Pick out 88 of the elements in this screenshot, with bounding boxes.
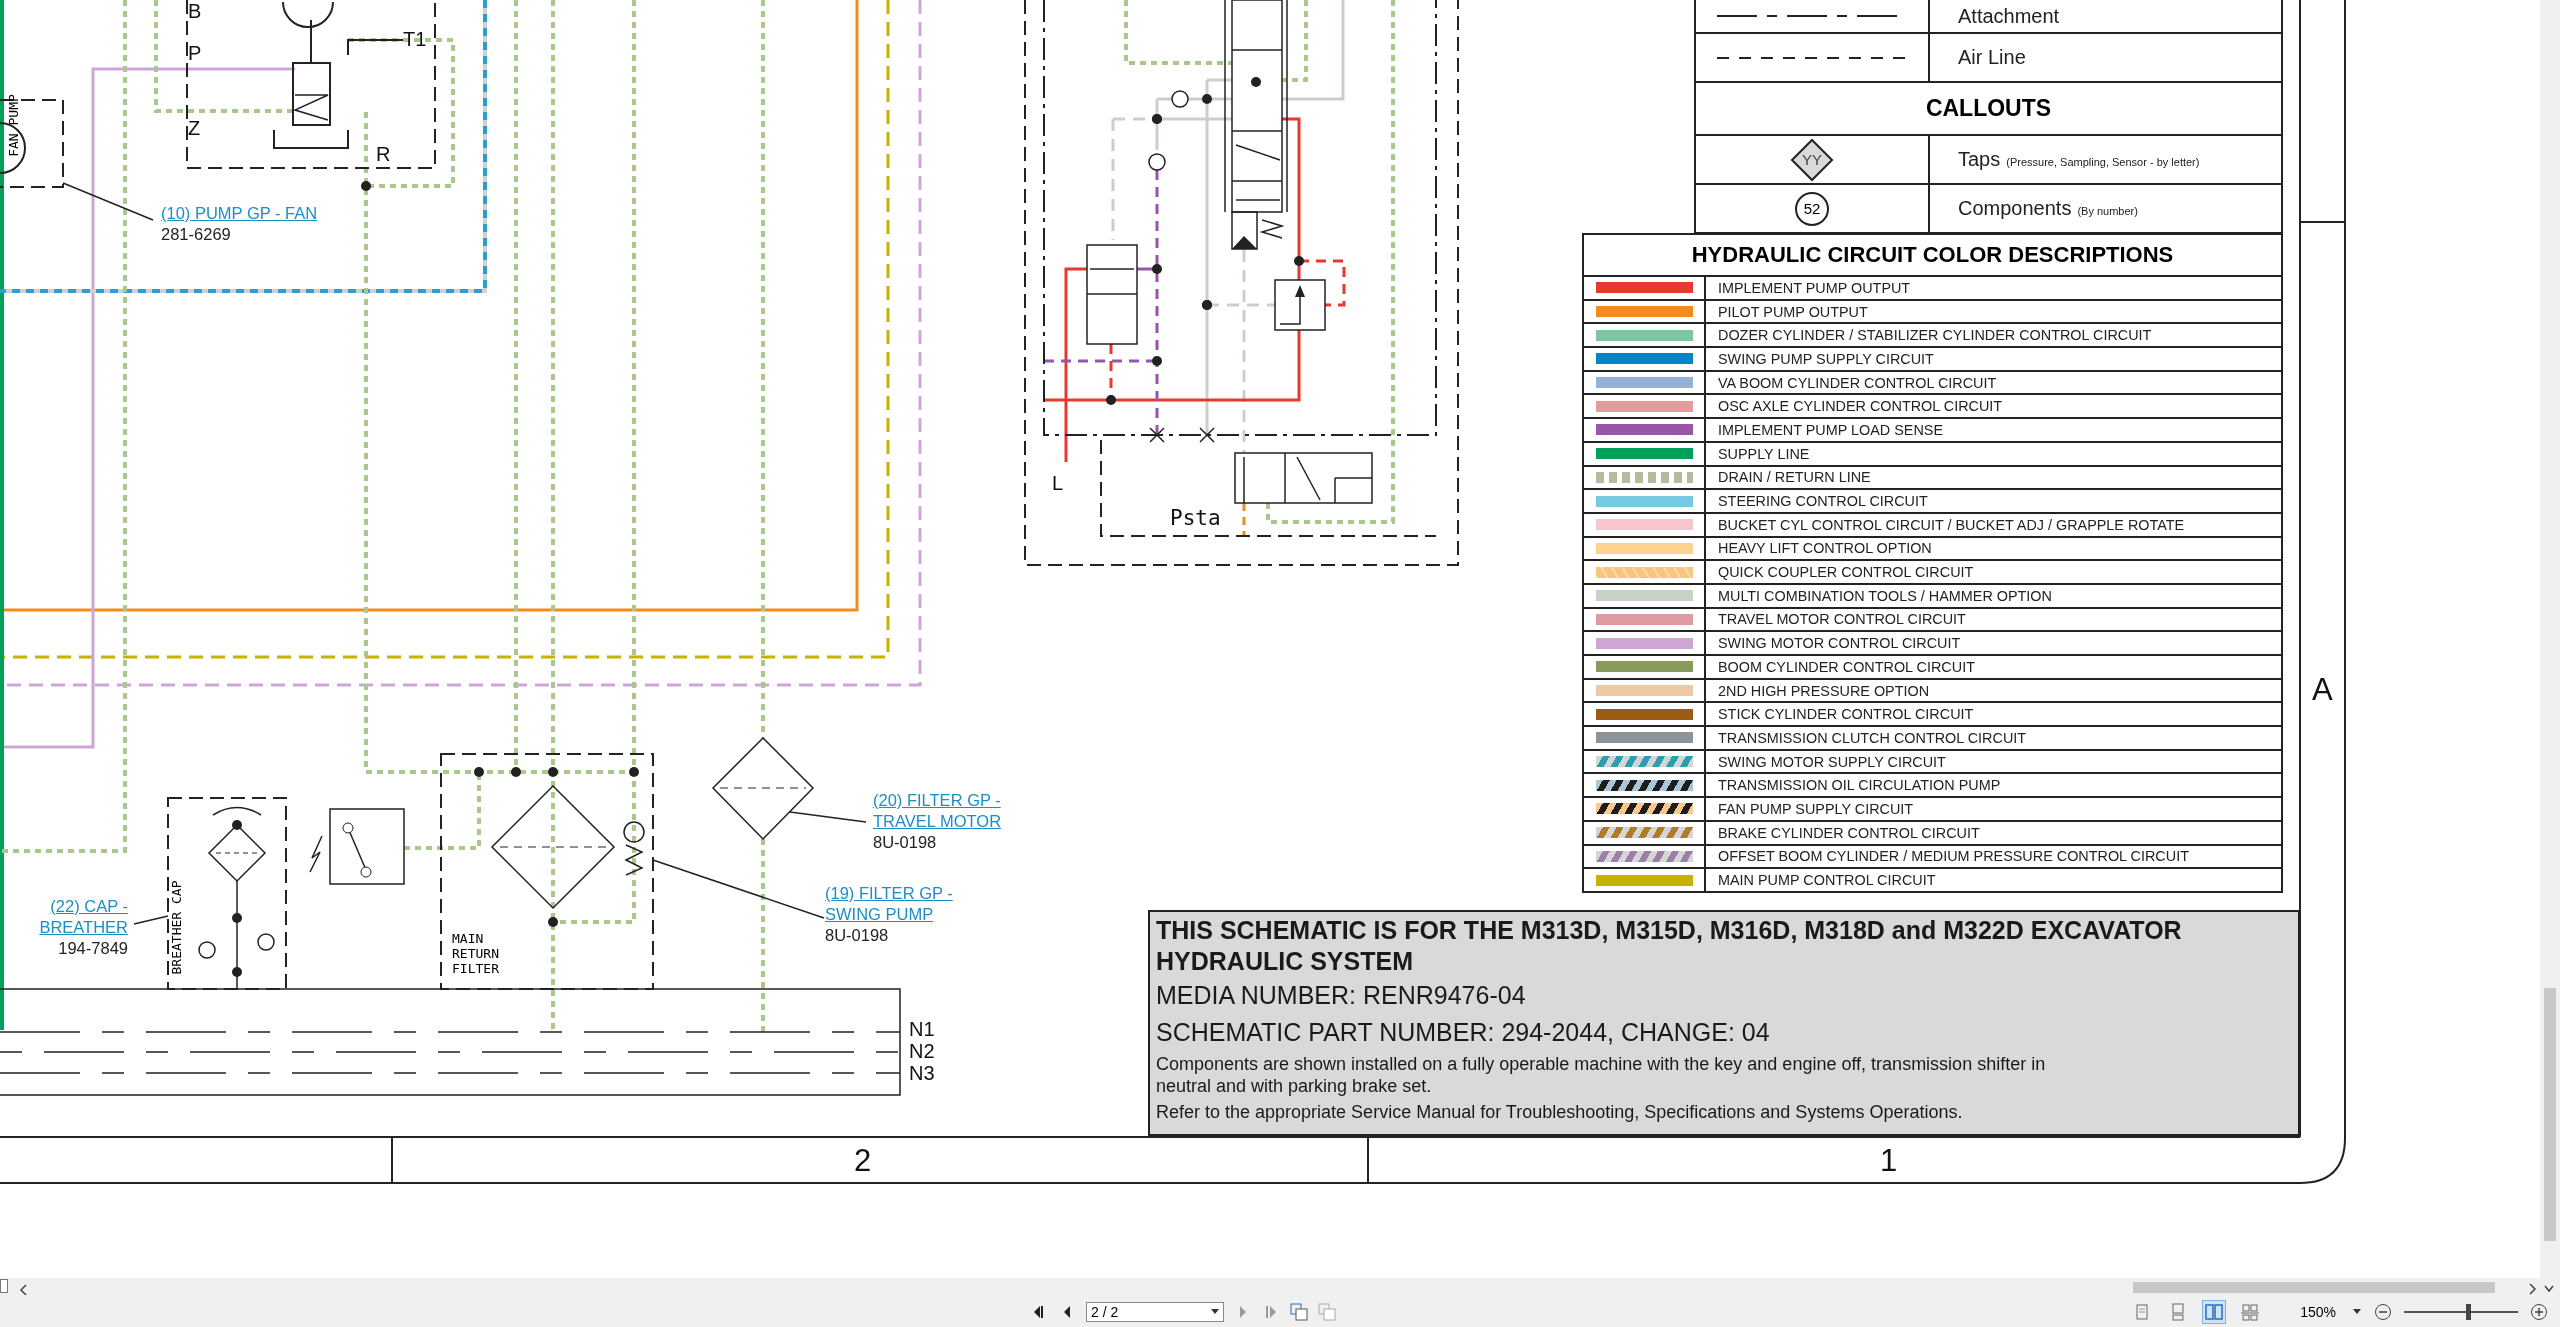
zone-letter: A xyxy=(2312,672,2333,708)
port-label: L xyxy=(1052,472,1064,494)
component-link[interactable]: (19) FILTER GP - xyxy=(825,884,953,902)
legend-label: Taps xyxy=(1958,148,2001,171)
circuit-description: IMPLEMENT PUMP OUTPUT xyxy=(1718,279,1911,296)
circuit-description: QUICK COUPLER CONTROL CIRCUIT xyxy=(1718,564,1974,581)
legend-label: Attachment xyxy=(1958,4,2060,28)
caret-icon xyxy=(1211,1308,1219,1315)
junction-dot xyxy=(361,181,371,191)
circuit-description: OSC AXLE CYLINDER CONTROL CIRCUIT xyxy=(1718,398,2003,415)
part-number: 8U-0198 xyxy=(873,833,937,851)
page-number-field[interactable]: 2 / 2 xyxy=(1086,1301,1224,1322)
zoom-in-icon[interactable] xyxy=(2530,1302,2548,1321)
legend-label: Air Line xyxy=(1958,46,2026,69)
part-number: 194-7849 xyxy=(58,939,128,957)
component-label: BREATHER CAP xyxy=(169,880,185,975)
circuit-description: DRAIN / RETURN LINE xyxy=(1718,469,1871,486)
circuit-description: SWING PUMP SUPPLY CIRCUIT xyxy=(1718,350,1934,367)
scrollbar-thumb[interactable] xyxy=(2544,988,2556,1241)
circuit-description: MULTI COMBINATION TOOLS / HAMMER OPTION xyxy=(1718,587,2052,604)
part-number: 8U-0198 xyxy=(825,926,889,944)
table-heading: CALLOUTS xyxy=(1925,95,2052,122)
slider-thumb[interactable] xyxy=(2465,1303,2471,1320)
port-label: R xyxy=(376,143,391,165)
circuit-description: STEERING CONTROL CIRCUIT xyxy=(1718,493,1928,510)
tap-symbol: YY xyxy=(1790,137,1834,182)
circuit-description: DOZER CYLINDER / STABILIZER CYLINDER CONTROL CIRCUIT xyxy=(1718,327,2152,344)
component-link[interactable]: SWING PUMP xyxy=(825,905,934,923)
table-heading: HYDRAULIC CIRCUIT COLOR DESCRIPTIONS xyxy=(1691,242,2174,268)
circuit-description: MAIN PUMP CONTROL CIRCUIT xyxy=(1718,872,1936,889)
schematic-note: Refer to the appropriate Service Manual for Troubleshooting, Specifications and Systems Operations. xyxy=(1156,1101,1964,1123)
circuit-description: IMPLEMENT PUMP LOAD SENSE xyxy=(1718,421,1943,438)
circuit-description: SUPPLY LINE xyxy=(1718,445,1810,462)
legend-note: (By number) xyxy=(2077,205,2138,217)
zone-number: 2 xyxy=(854,1143,872,1179)
scrollbar-thumb[interactable] xyxy=(2133,1282,2495,1293)
leader-line xyxy=(133,915,169,925)
line-sample-icon xyxy=(1717,55,1907,60)
circuit-description: TRANSMISSION CLUTCH CONTROL CIRCUIT xyxy=(1718,729,2027,746)
port-label: Z xyxy=(188,117,201,139)
component-link[interactable]: (20) FILTER GP - xyxy=(873,791,1001,809)
port-label: T1 xyxy=(403,28,427,50)
junction-dot xyxy=(511,767,521,777)
media-number: MEDIA NUMBER: RENR9476-04 xyxy=(1156,980,1527,1011)
part-number: SCHEMATIC PART NUMBER: 294-2044, CHANGE: 04 xyxy=(1156,1017,1771,1048)
component-link[interactable]: TRAVEL MOTOR xyxy=(873,812,1002,830)
zoom-level[interactable]: 150% xyxy=(2300,1303,2336,1320)
schematic-note: Components are shown installed on a fully operable machine with the key and engine off, transmission shifter in neutral and with parking brake set. xyxy=(1156,1053,2047,1097)
tank-level-label: N2 xyxy=(909,1040,935,1062)
circuit-description: TRANSMISSION OIL CIRCULATION PUMP xyxy=(1718,777,2001,794)
legend-note: (Pressure, Sampling, Sensor - by letter) xyxy=(2006,156,2200,168)
pages-icon[interactable] xyxy=(1290,1302,1308,1321)
circuit-description: STICK CYLINDER CONTROL CIRCUIT xyxy=(1718,706,1974,723)
circuit-description: 2ND HIGH PRESSURE OPTION xyxy=(1718,682,1930,699)
circuit-description: OFFSET BOOM CYLINDER / MEDIUM PRESSURE CONTROL CIRCUIT xyxy=(1718,848,2189,865)
page-layout-icon xyxy=(2205,1302,2224,1321)
port-label: Psta xyxy=(1170,507,1221,529)
page-layout-icon xyxy=(2241,1302,2260,1321)
component-number-symbol: 52 xyxy=(1795,191,1829,226)
circuit-description: SWING MOTOR SUPPLY CIRCUIT xyxy=(1718,753,1946,770)
circuit-description: VA BOOM CYLINDER CONTROL CIRCUIT xyxy=(1718,374,1997,391)
port-label: B xyxy=(188,0,202,22)
tank-level-label: N3 xyxy=(909,1062,935,1084)
tank-level-label: N1 xyxy=(909,1018,935,1040)
schematic-title: THIS SCHEMATIC IS FOR THE M313D, M315D, M316D, M318D and M322D EXCAVATOR HYDRAULIC SYSTEM xyxy=(1156,915,2183,977)
circuit-description: TRAVEL MOTOR CONTROL CIRCUIT xyxy=(1718,611,1966,628)
vertical-scrollbar[interactable] xyxy=(2540,0,2560,1278)
junction-dot xyxy=(474,767,484,777)
circuit-description: FAN PUMP SUPPLY CIRCUIT xyxy=(1718,800,1914,817)
junction-dot xyxy=(548,767,558,777)
port-label: P xyxy=(188,42,202,64)
circuit-description: SWING MOTOR CONTROL CIRCUIT xyxy=(1718,635,1961,652)
component-label: FAN PUMP xyxy=(5,94,21,157)
zoom-out-icon[interactable] xyxy=(2374,1302,2392,1321)
part-number: 281-6269 xyxy=(161,225,231,243)
component-link[interactable]: BREATHER xyxy=(39,918,128,936)
circuit-description: BRAKE CYLINDER CONTROL CIRCUIT xyxy=(1718,824,1980,841)
component-label: MAIN RETURN FILTER xyxy=(452,931,499,976)
view-mode-button[interactable] xyxy=(2202,1299,2227,1324)
legend-label: Components xyxy=(1958,197,2072,220)
component-link[interactable]: (22) CAP - xyxy=(50,897,128,915)
circuit-description: BUCKET CYL CONTROL CIRCUIT / BUCKET ADJ / GRAPPLE ROTATE xyxy=(1718,516,2185,533)
circuit-description: PILOT PUMP OUTPUT xyxy=(1718,303,1868,320)
circuit-description: BOOM CYLINDER CONTROL CIRCUIT xyxy=(1718,658,1975,675)
component-link[interactable]: (10) PUMP GP - FAN xyxy=(161,204,318,222)
circuit-description: HEAVY LIFT CONTROL OPTION xyxy=(1718,540,1932,557)
zone-number: 1 xyxy=(1880,1143,1898,1179)
junction-dot xyxy=(629,767,639,777)
